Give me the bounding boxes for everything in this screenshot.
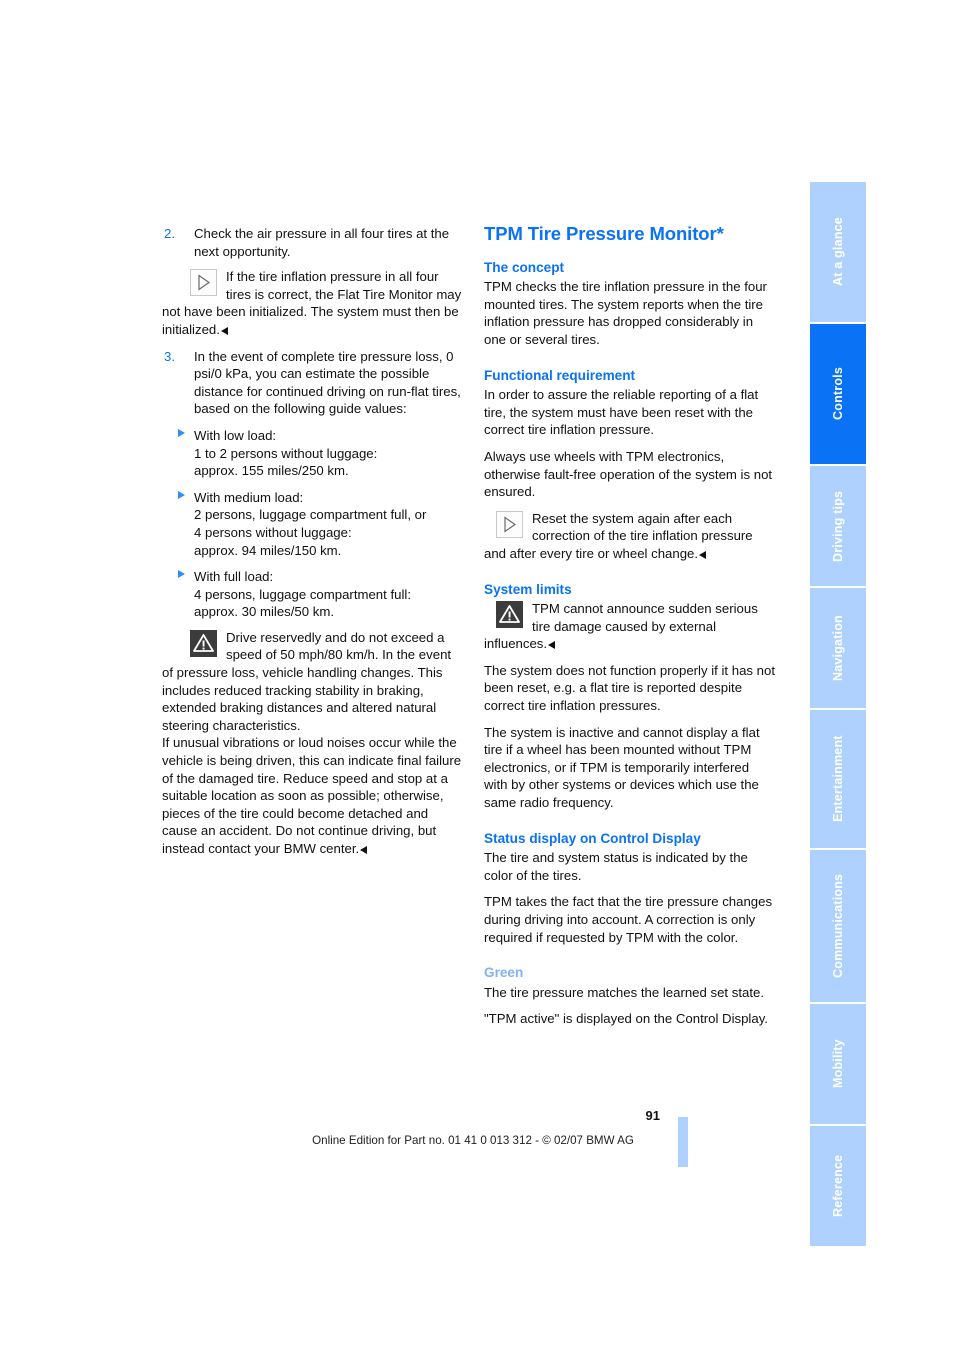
tab-label: Mobility (831, 1039, 845, 1089)
sidebar-item-mobility[interactable]: Mobility (810, 1004, 866, 1124)
sidebar-item-controls[interactable]: Controls (810, 324, 866, 464)
load-case-low: With low load: 1 to 2 persons without lu… (162, 427, 462, 480)
tab-label: Driving tips (831, 490, 845, 562)
load-case-line: approx. 30 miles/50 km. (194, 604, 334, 620)
tab-label: Navigation (831, 615, 845, 681)
paragraph: In order to assure the reliable reportin… (484, 387, 759, 438)
warning-text: TPM cannot announce sudden serious tire … (484, 601, 758, 652)
note-text: Reset the system again after each correc… (484, 510, 753, 561)
tab-label: Communications (831, 873, 845, 979)
paragraph: "TPM active" is displayed on the Control… (484, 1011, 768, 1027)
end-of-note-marker (220, 326, 228, 335)
paragraph: The tire pressure matches the learned se… (484, 984, 765, 1000)
note-triangle-icon (190, 269, 217, 297)
list-marker: 2. (164, 226, 175, 241)
page-number: 91 (645, 1108, 660, 1123)
warning-block-drive-reservedly: Drive reservedly and do not exceed a spe… (162, 629, 462, 858)
footer-edition-notice: Online Edition for Part no. 01 41 0 013 … (312, 1134, 634, 1147)
list-marker: 3. (164, 348, 175, 364)
warning-block-system-limits: TPM cannot announce sudden serious tire … (484, 600, 776, 653)
load-case-full: With full load: 4 persons, luggage compa… (162, 568, 462, 621)
triangle-bullet-icon (178, 570, 185, 579)
right-text-column: TPM Tire Pressure Monitor* The concept T… (484, 223, 776, 1037)
list-text: In the event of complete tire pressure l… (194, 348, 461, 417)
tab-label: At a glance (831, 217, 845, 287)
heading-functional-requirement: Functional requirement (484, 367, 636, 383)
heading-the-concept: The concept (484, 259, 565, 275)
sidebar-item-entertainment[interactable]: Entertainment (810, 710, 866, 848)
end-of-note-marker (699, 550, 707, 559)
sidebar-item-communications[interactable]: Communications (810, 850, 866, 1002)
paragraph: The system does not function properly if… (484, 662, 776, 714)
load-case-line: 4 persons without luggage: (194, 524, 352, 540)
heading-status-display: Status display on Control Display (484, 830, 701, 846)
paragraph: Always use wheels with TPM electronics, … (484, 448, 773, 500)
warning-triangle-icon (496, 601, 523, 629)
heading-system-limits: System limits (484, 581, 572, 597)
left-text-column: 2. Check the air pressure in all four ti… (162, 225, 462, 858)
triangle-bullet-icon (178, 428, 185, 437)
load-case-line: 4 persons, luggage compartment full: (194, 586, 411, 602)
heading-green: Green (484, 965, 524, 981)
paragraph: TPM checks the tire inflation pressure i… (484, 279, 767, 347)
note-text-wrap: Reset the system again after each correc… (484, 510, 776, 563)
numbered-item-3: 3. In the event of complete tire pressur… (162, 348, 462, 418)
note-block-initialize: If the tire inflation pressure in all fo… (162, 268, 462, 338)
sidebar-item-at-a-glance[interactable]: At a glance (810, 182, 866, 322)
triangle-bullet-icon (178, 490, 185, 499)
end-of-warning-marker (548, 641, 556, 650)
paragraph: The system is inactive and cannot displa… (484, 724, 760, 811)
tab-label: Reference (831, 1154, 845, 1218)
load-case-title: With medium load: (194, 489, 304, 505)
note-triangle-icon (496, 510, 523, 538)
page-title: TPM Tire Pressure Monitor* (484, 223, 724, 244)
load-case-line: 1 to 2 persons without luggage: (194, 445, 378, 461)
load-case-line: approx. 155 miles/250 km. (194, 463, 349, 479)
warning-triangle-icon (190, 629, 217, 657)
load-case-title: With full load: (194, 569, 274, 585)
load-case-title: With low load: (194, 427, 277, 443)
sidebar-item-driving-tips[interactable]: Driving tips (810, 466, 866, 586)
load-case-medium: With medium load: 2 persons, luggage com… (162, 489, 462, 559)
numbered-item-2: 2. Check the air pressure in all four ti… (162, 225, 462, 260)
list-text: Check the air pressure in all four tires… (194, 226, 450, 259)
paragraph: TPM takes the fact that the tire pressur… (484, 894, 773, 945)
warning-text-wrap: TPM cannot announce sudden serious tire … (484, 600, 776, 653)
paragraph: The tire and system status is indicated … (484, 850, 748, 883)
section-tab-strip: At a glance Controls Driving tips Naviga… (810, 182, 866, 1246)
warning-paragraph-2-wrap: If unusual vibrations or loud noises occ… (162, 734, 462, 857)
manual-page: 2. Check the air pressure in all four ti… (0, 0, 954, 1351)
sidebar-item-navigation[interactable]: Navigation (810, 588, 866, 708)
end-of-warning-marker (360, 846, 368, 854)
load-case-line: approx. 94 miles/150 km. (194, 542, 342, 558)
load-case-line: 2 persons, luggage compartment full, or (194, 507, 427, 523)
note-block-reset-system: Reset the system again after each correc… (484, 510, 776, 563)
tab-label: Entertainment (831, 735, 845, 823)
warning-paragraph-2: If unusual vibrations or loud noises occ… (162, 735, 462, 856)
tab-label: Controls (831, 367, 845, 421)
